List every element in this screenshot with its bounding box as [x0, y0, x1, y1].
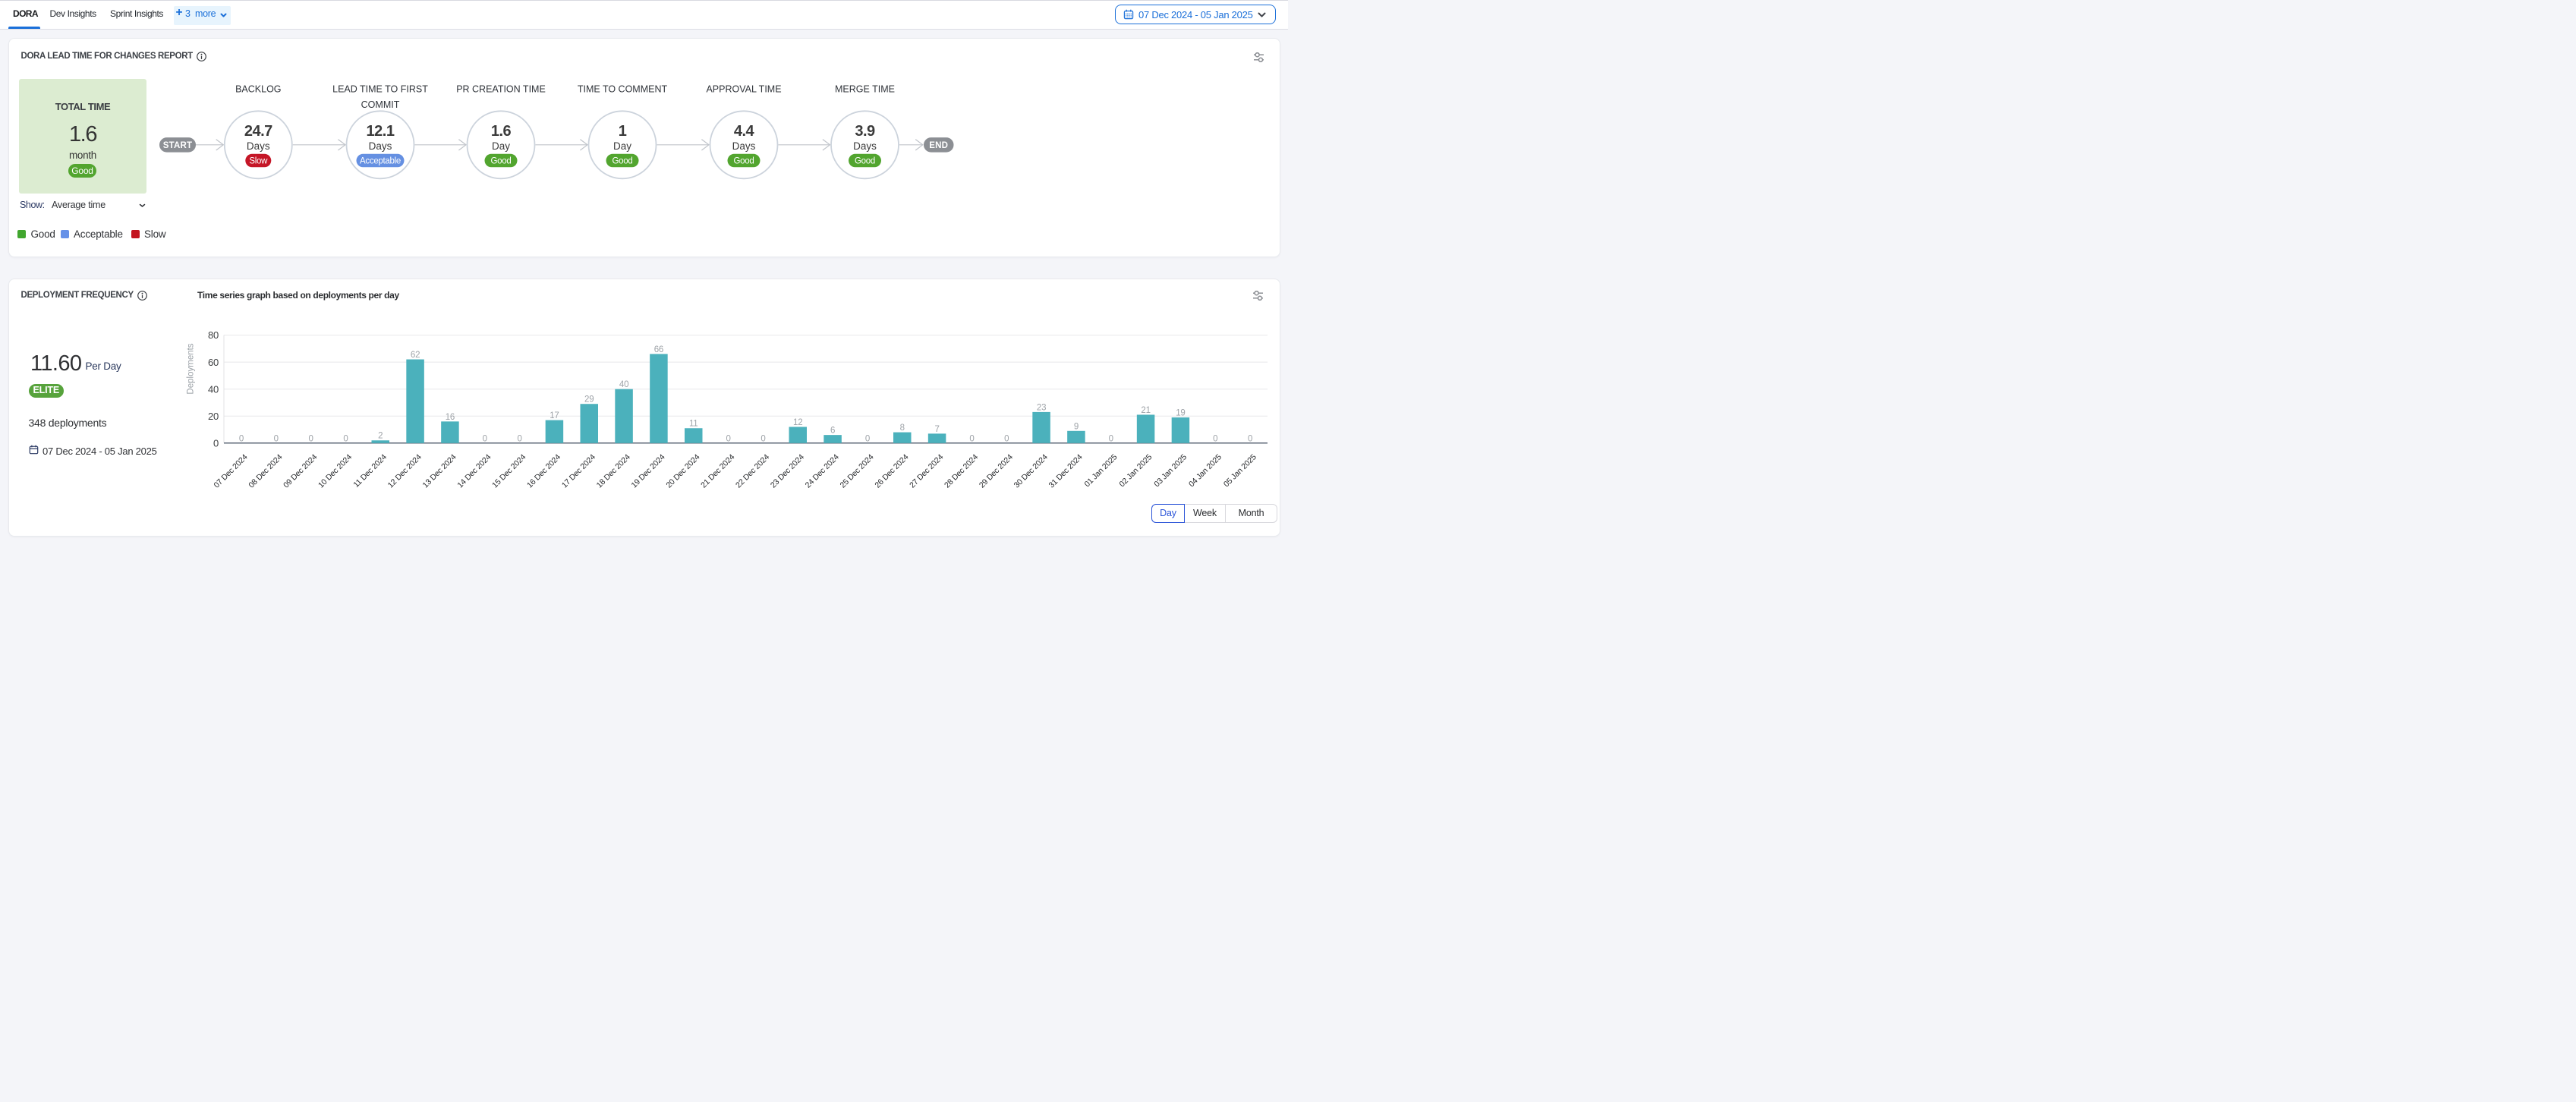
svg-text:07 Dec 2024: 07 Dec 2024 — [212, 452, 249, 490]
svg-text:4.4: 4.4 — [734, 123, 755, 140]
svg-text:Days: Days — [247, 140, 270, 152]
svg-text:66: 66 — [654, 345, 663, 354]
svg-text:17 Dec 2024: 17 Dec 2024 — [560, 452, 597, 490]
svg-text:15 Dec 2024: 15 Dec 2024 — [490, 452, 527, 490]
svg-text:19: 19 — [1176, 409, 1185, 418]
svg-text:40: 40 — [619, 380, 628, 389]
svg-text:0: 0 — [239, 434, 244, 443]
svg-text:0: 0 — [761, 434, 765, 443]
svg-text:0: 0 — [1213, 434, 1217, 443]
svg-text:25 Dec 2024: 25 Dec 2024 — [838, 452, 875, 490]
svg-text:Days: Days — [732, 140, 756, 152]
svg-text:18 Dec 2024: 18 Dec 2024 — [595, 452, 632, 490]
svg-text:2: 2 — [378, 432, 383, 441]
svg-text:04 Jan 2025: 04 Jan 2025 — [1187, 452, 1223, 489]
svg-text:11 Dec 2024: 11 Dec 2024 — [351, 452, 389, 490]
svg-text:0: 0 — [483, 434, 487, 443]
svg-text:12 Dec 2024: 12 Dec 2024 — [386, 452, 424, 490]
svg-text:19 Dec 2024: 19 Dec 2024 — [629, 452, 666, 490]
svg-text:16 Dec 2024: 16 Dec 2024 — [525, 452, 562, 490]
svg-text:29: 29 — [584, 395, 594, 405]
svg-text:0: 0 — [865, 434, 870, 443]
svg-text:09 Dec 2024: 09 Dec 2024 — [282, 452, 319, 490]
svg-text:Deployments: Deployments — [187, 343, 196, 394]
svg-text:0: 0 — [726, 434, 730, 443]
svg-text:Good: Good — [734, 157, 754, 166]
svg-text:30 Dec 2024: 30 Dec 2024 — [1012, 452, 1050, 490]
svg-text:Good: Good — [491, 157, 512, 166]
svg-text:08 Dec 2024: 08 Dec 2024 — [247, 452, 284, 490]
svg-text:END: END — [929, 141, 948, 150]
svg-text:28 Dec 2024: 28 Dec 2024 — [943, 452, 980, 490]
svg-text:BACKLOG: BACKLOG — [235, 84, 281, 95]
svg-text:Days: Days — [369, 140, 392, 152]
svg-text:62: 62 — [411, 351, 420, 360]
svg-text:PR CREATION TIME: PR CREATION TIME — [456, 84, 546, 95]
svg-text:21: 21 — [1141, 406, 1150, 415]
svg-text:01 Jan 2025: 01 Jan 2025 — [1083, 452, 1120, 489]
svg-text:TIME TO COMMENT: TIME TO COMMENT — [578, 84, 668, 95]
svg-text:START: START — [163, 141, 192, 150]
svg-text:3.9: 3.9 — [855, 123, 875, 140]
svg-text:21 Dec 2024: 21 Dec 2024 — [699, 452, 736, 490]
svg-text:COMMIT: COMMIT — [361, 99, 400, 110]
svg-text:17: 17 — [550, 411, 559, 420]
svg-text:05 Jan 2025: 05 Jan 2025 — [1222, 452, 1258, 489]
svg-text:24.7: 24.7 — [244, 123, 272, 140]
svg-text:12: 12 — [793, 418, 802, 427]
svg-text:20: 20 — [208, 411, 219, 422]
svg-text:27 Dec 2024: 27 Dec 2024 — [908, 452, 945, 490]
svg-text:03 Jan 2025: 03 Jan 2025 — [1152, 452, 1189, 489]
svg-text:0: 0 — [1004, 434, 1009, 443]
svg-text:Acceptable: Acceptable — [360, 157, 401, 166]
svg-text:13 Dec 2024: 13 Dec 2024 — [420, 452, 458, 490]
svg-text:Good: Good — [855, 157, 875, 166]
svg-text:23 Dec 2024: 23 Dec 2024 — [769, 452, 806, 490]
svg-text:24 Dec 2024: 24 Dec 2024 — [804, 452, 841, 490]
svg-text:23: 23 — [1037, 403, 1046, 412]
svg-text:14 Dec 2024: 14 Dec 2024 — [455, 452, 493, 490]
svg-text:9: 9 — [1074, 422, 1079, 431]
svg-text:10 Dec 2024: 10 Dec 2024 — [316, 452, 354, 490]
svg-text:12.1: 12.1 — [367, 123, 395, 140]
svg-text:22 Dec 2024: 22 Dec 2024 — [734, 452, 771, 490]
svg-text:0: 0 — [274, 434, 279, 443]
svg-text:60: 60 — [208, 357, 219, 368]
svg-text:0: 0 — [517, 434, 521, 443]
svg-text:Day: Day — [492, 140, 510, 152]
svg-text:Good: Good — [613, 157, 633, 166]
svg-text:31 Dec 2024: 31 Dec 2024 — [1047, 452, 1084, 490]
svg-text:02 Jan 2025: 02 Jan 2025 — [1117, 452, 1154, 489]
svg-text:1.6: 1.6 — [491, 123, 512, 140]
svg-text:0: 0 — [969, 434, 974, 443]
svg-text:26 Dec 2024: 26 Dec 2024 — [873, 452, 910, 490]
svg-text:0: 0 — [343, 434, 348, 443]
svg-text:6: 6 — [830, 427, 835, 436]
svg-text:0: 0 — [1109, 434, 1113, 443]
svg-text:80: 80 — [208, 329, 219, 341]
svg-text:16: 16 — [446, 413, 455, 422]
svg-text:Slow: Slow — [249, 157, 268, 166]
svg-text:0: 0 — [1248, 434, 1252, 443]
svg-text:8: 8 — [900, 423, 905, 433]
svg-text:11: 11 — [689, 420, 698, 429]
svg-text:APPROVAL TIME: APPROVAL TIME — [706, 84, 781, 95]
svg-text:1: 1 — [619, 123, 627, 140]
svg-text:MERGE TIME: MERGE TIME — [835, 84, 895, 95]
svg-text:0: 0 — [308, 434, 313, 443]
svg-text:29 Dec 2024: 29 Dec 2024 — [978, 452, 1015, 490]
svg-text:Day: Day — [613, 140, 631, 152]
svg-text:0: 0 — [213, 438, 219, 449]
svg-text:Days: Days — [853, 140, 877, 152]
svg-text:20 Dec 2024: 20 Dec 2024 — [664, 452, 701, 490]
svg-text:7: 7 — [934, 425, 939, 434]
svg-text:40: 40 — [208, 383, 219, 395]
svg-text:LEAD TIME TO FIRST: LEAD TIME TO FIRST — [332, 84, 428, 95]
